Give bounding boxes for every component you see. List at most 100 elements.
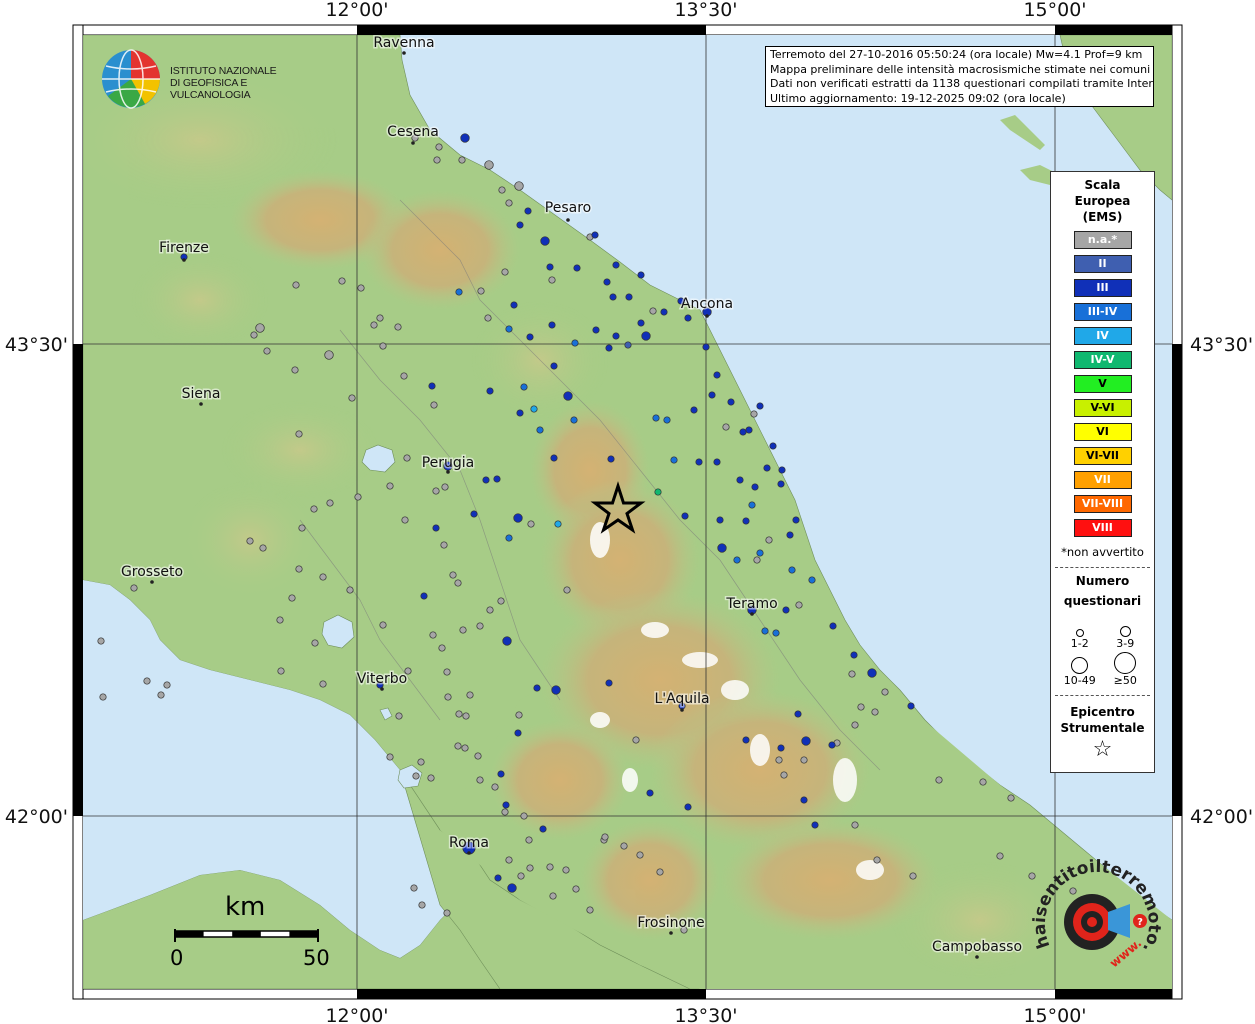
intensity-point (400, 372, 408, 380)
intensity-point (461, 744, 469, 752)
intensity-point (505, 325, 513, 333)
legend: Scala Europea (EMS) n.a.* II III III-IV IV IV… (1050, 171, 1155, 773)
intensity-point (432, 524, 440, 532)
intensity-point (97, 637, 105, 645)
intensity-point (379, 621, 387, 629)
city-label: Teramo (725, 596, 777, 612)
city-marker (380, 687, 384, 691)
size-circle-medium-icon (1119, 626, 1131, 637)
intensity-point (430, 401, 438, 409)
intensity-point (263, 347, 271, 355)
intensity-point (276, 616, 284, 624)
intensity-point (482, 476, 490, 484)
intensity-point (348, 394, 356, 402)
intensity-point (460, 133, 470, 143)
intensity-point (250, 331, 258, 339)
intensity-point (777, 744, 785, 752)
intensity-point (440, 541, 448, 549)
intensity-point (533, 684, 541, 692)
lat-label-left-1: 43°30' (5, 334, 68, 356)
intensity-point (435, 143, 443, 151)
intensity-point (546, 863, 554, 871)
intensity-point (540, 236, 550, 246)
intensity-point (750, 410, 758, 418)
intensity-point (319, 573, 327, 581)
intensity-point (632, 736, 640, 744)
intensity-point (607, 455, 615, 463)
intensity-point (786, 531, 794, 539)
intensity-point (857, 703, 865, 711)
size-class-1: 1-2 (1057, 615, 1103, 650)
intensity-point (510, 301, 518, 309)
scale-start: 0 (170, 946, 184, 970)
size-class-label-4: ≥50 (1113, 674, 1137, 687)
intensity-point (527, 520, 535, 528)
intensity-point (800, 756, 808, 764)
intensity-point (811, 821, 819, 829)
intensity-point (513, 513, 523, 523)
intensity-point (736, 476, 744, 484)
intensity-point (291, 366, 299, 374)
intensity-point (848, 670, 856, 678)
city-marker (566, 218, 570, 222)
intensity-point (801, 736, 811, 746)
lon-label-top-3: 15°00' (1023, 0, 1086, 21)
intensity-point (792, 516, 800, 524)
city-label: Roma (449, 835, 489, 851)
intensity-point (996, 852, 1004, 860)
intensity-point (429, 631, 437, 639)
intensity-point (514, 729, 522, 737)
intensity-point (851, 721, 859, 729)
city-label: Grosseto (121, 564, 183, 580)
intensity-point (420, 592, 428, 600)
intensity-point (454, 579, 462, 587)
lat-label-right-2: 42°00' (1190, 806, 1253, 828)
intensity-point (654, 488, 662, 496)
intensity-point (867, 668, 877, 678)
size-class-3: 10-49 (1057, 652, 1103, 687)
intensity-point (526, 333, 534, 341)
epicenter-title: Epicentro Strumentale (1051, 704, 1154, 736)
intensity-point (586, 906, 594, 914)
intensity-point (476, 776, 484, 784)
legend-note: *non avvertito (1061, 545, 1144, 559)
scale-bar-graphic (174, 929, 319, 942)
intensity-point (526, 864, 534, 872)
city-label: Frosinone (637, 915, 704, 931)
lon-label-top-1: 12°00' (325, 0, 388, 21)
intensity-point (99, 693, 107, 701)
intensity-point (379, 342, 387, 350)
intensity-point (295, 565, 303, 573)
legend-swatch-6: IV-V (1073, 351, 1132, 369)
size-class-label-1: 1-2 (1070, 637, 1089, 650)
size-class-4: ≥50 (1103, 652, 1149, 687)
intensity-point (376, 314, 384, 322)
intensity-point (935, 776, 943, 784)
intensity-point (401, 516, 409, 524)
intensity-point (338, 277, 346, 285)
intensity-point (246, 537, 254, 545)
intensity-point (646, 789, 654, 797)
legend-swatch-3: III (1073, 279, 1132, 297)
intensity-point (530, 405, 538, 413)
intensity-point (548, 276, 556, 284)
event-info-line2: Mappa preliminare delle intensità macros… (770, 62, 1151, 76)
intensity-point (520, 812, 528, 820)
intensity-point (298, 524, 306, 532)
intensity-point (572, 885, 580, 893)
intensity-point (745, 426, 753, 434)
intensity-point (458, 156, 466, 164)
intensity-point (455, 710, 463, 718)
intensity-point (828, 741, 836, 749)
city-marker (199, 402, 203, 406)
size-circle-large-icon (1071, 657, 1089, 674)
city-marker (467, 851, 471, 855)
legend-swatch-5: IV (1073, 327, 1132, 345)
intensity-point (441, 483, 449, 491)
intensity-point (417, 758, 425, 766)
legend-swatch-7: V (1073, 375, 1132, 393)
scale-bar: km 0 50 (165, 890, 335, 970)
intensity-point (427, 774, 435, 782)
intensity-point (722, 423, 730, 431)
ingv-logo: ISTITUTO NAZIONALE DI GEOFISICA E VULCAN… (100, 48, 320, 110)
